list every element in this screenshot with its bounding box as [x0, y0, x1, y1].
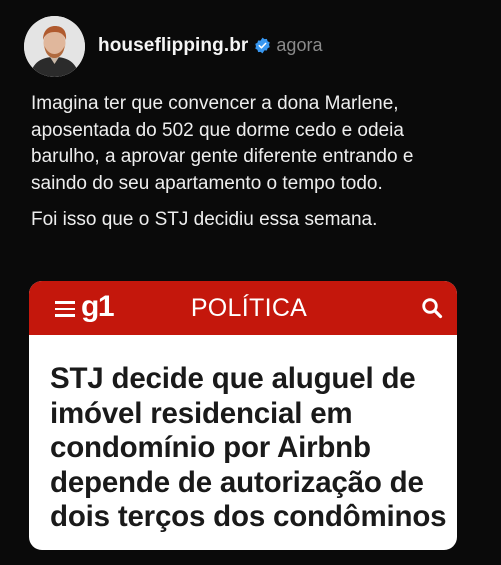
g1-header: g1 POLÍTICA: [29, 281, 457, 335]
caption-paragraph: Imagina ter que convencer a dona Marlene…: [31, 93, 414, 194]
username-row: houseflipping.br agora: [98, 35, 322, 57]
section-label: POLÍTICA: [190, 294, 308, 322]
post-header: houseflipping.br agora: [24, 16, 322, 77]
username[interactable]: houseflipping.br: [98, 35, 248, 57]
post-caption: Imagina ter que convencer a dona Marlene…: [31, 91, 471, 234]
timestamp: agora: [276, 35, 323, 55]
caption-paragraph: Foi isso que o STJ decidiu essa semana.: [31, 209, 378, 230]
news-card[interactable]: g1 POLÍTICA STJ decide que aluguel de im…: [29, 281, 457, 550]
news-headline: STJ decide que aluguel de imóvel residen…: [50, 362, 447, 533]
profile-photo-icon: [24, 16, 85, 77]
avatar[interactable]: [24, 16, 85, 77]
verified-badge-icon: [254, 37, 271, 54]
search-icon: [421, 297, 443, 319]
